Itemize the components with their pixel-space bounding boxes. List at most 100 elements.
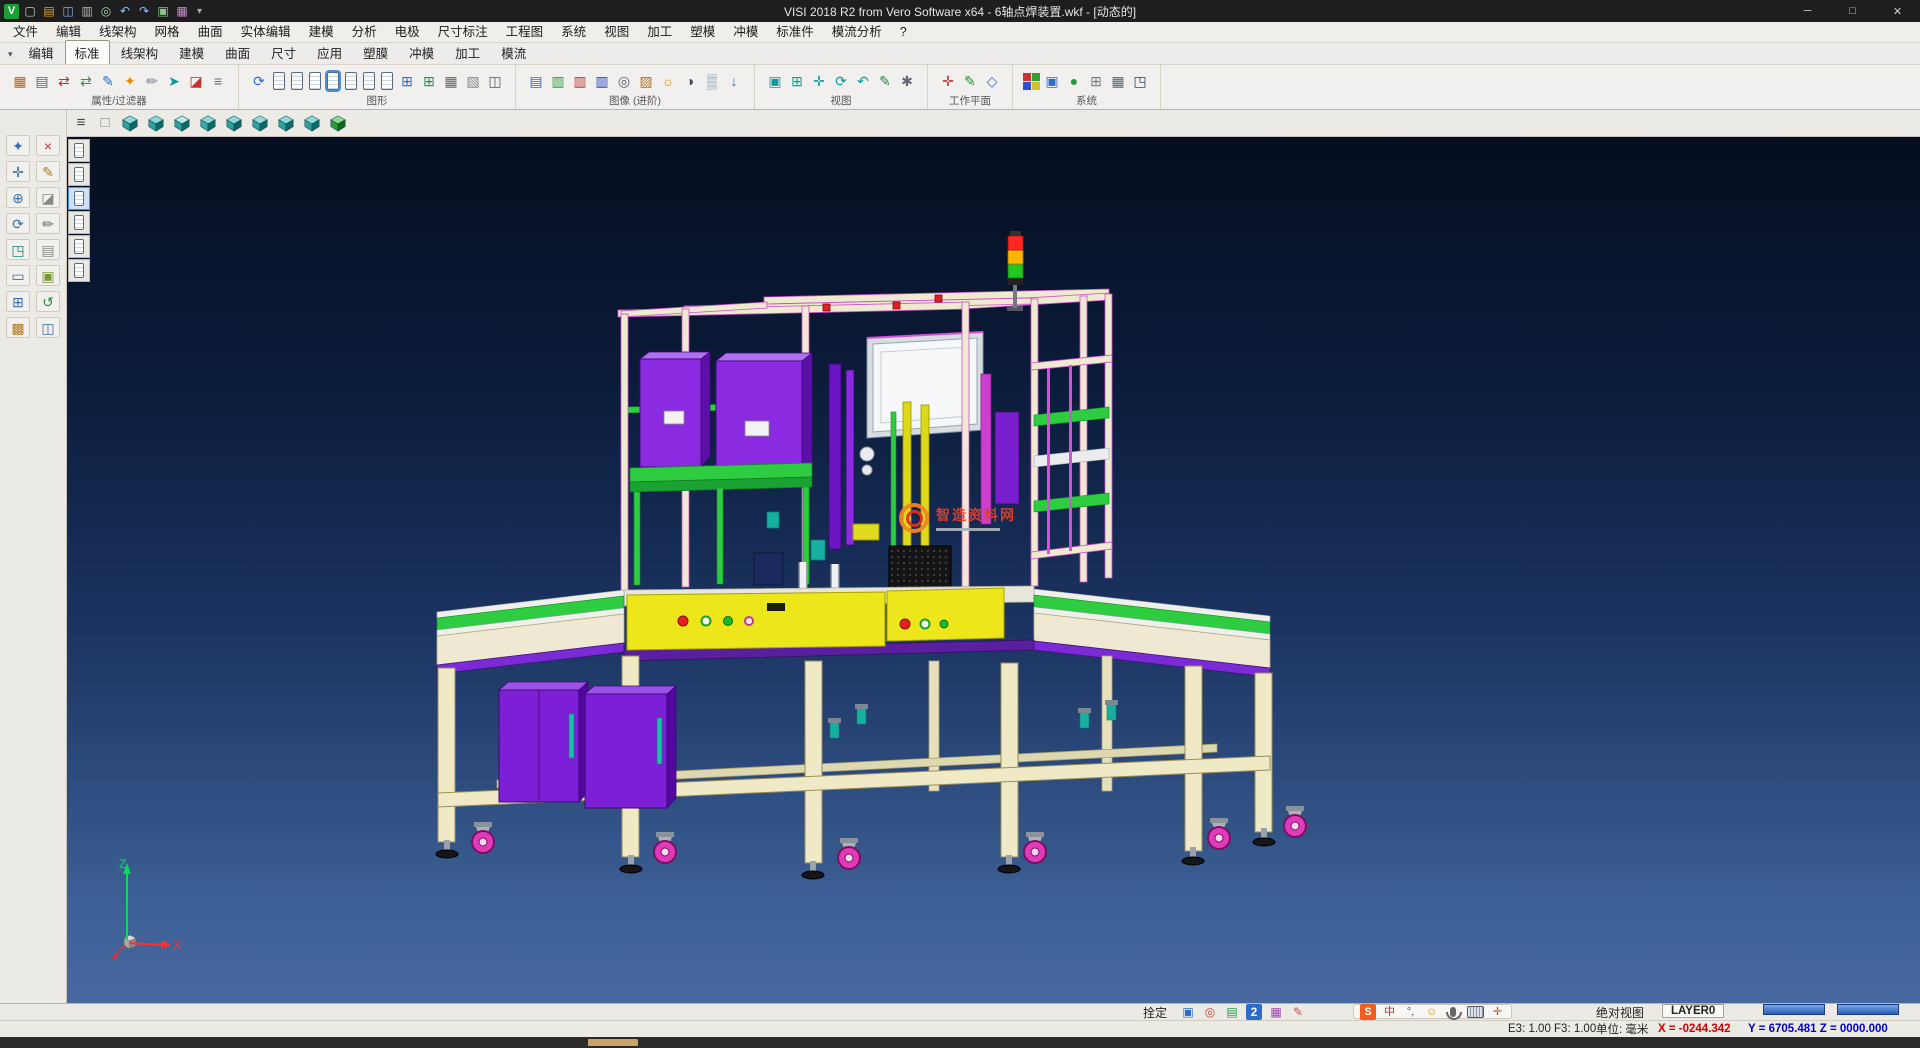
ime-mic-icon[interactable]	[1450, 1007, 1456, 1017]
menu-item[interactable]: 网格	[146, 22, 189, 42]
view-iso-icon[interactable]	[118, 112, 142, 134]
edit-attr-icon[interactable]: ✎	[98, 71, 118, 91]
ime-lang-icon[interactable]: 中	[1382, 1005, 1397, 1019]
ime-keyboard-icon[interactable]	[1467, 1006, 1484, 1018]
viewport-roll-6[interactable]	[68, 259, 90, 282]
menu-item[interactable]: 工程图	[497, 22, 553, 42]
scale-slider-1[interactable]	[1763, 1004, 1825, 1015]
redo-icon[interactable]: ↷	[136, 3, 152, 19]
match-properties-icon[interactable]: ▤	[32, 71, 52, 91]
menu-item[interactable]: 视图	[595, 22, 638, 42]
menu-item[interactable]: 建模	[300, 22, 343, 42]
filter-pencil-icon[interactable]: ✏	[142, 71, 162, 91]
section-box-icon[interactable]: ◫	[485, 71, 505, 91]
shade-box-icon[interactable]: ▦	[441, 71, 461, 91]
menu-item[interactable]: 塑模	[681, 22, 724, 42]
workplane-plane-icon[interactable]: ◇	[982, 71, 1002, 91]
menu-item[interactable]: 文件	[4, 22, 47, 42]
rgb-palette-icon[interactable]	[1023, 73, 1040, 90]
maximize-button[interactable]: □	[1830, 0, 1875, 22]
texture-box-icon[interactable]: ▧	[463, 71, 483, 91]
viewport-roll-3[interactable]	[68, 187, 90, 210]
pan-icon[interactable]: ⊕	[6, 187, 30, 208]
scale-slider-2[interactable]	[1837, 1004, 1899, 1015]
menu-item[interactable]: 曲面	[189, 22, 232, 42]
view-right-icon[interactable]	[222, 112, 246, 134]
menu-item[interactable]: 标准件	[767, 22, 823, 42]
monitor-icon[interactable]: ▣	[1042, 71, 1062, 91]
view-back-icon[interactable]	[274, 112, 298, 134]
menu-item[interactable]: 编辑	[47, 22, 90, 42]
view-left-icon[interactable]	[248, 112, 272, 134]
sogou-logo-icon[interactable]: S	[1360, 1004, 1376, 1020]
export-image-icon[interactable]: ↓	[724, 71, 744, 91]
rotate-view-icon[interactable]: ⟳	[831, 71, 851, 91]
image-icon[interactable]: ▤	[1224, 1005, 1240, 1020]
target-icon[interactable]: ◎	[1202, 1005, 1218, 1020]
style-roll-5[interactable]	[345, 72, 357, 90]
prev-view-icon[interactable]: ↶	[853, 71, 873, 91]
print-icon[interactable]: ▥	[79, 3, 95, 19]
palette-icon[interactable]: ▦	[1268, 1005, 1284, 1020]
viewport-roll-5[interactable]	[68, 235, 90, 258]
tab-模流[interactable]: 模流	[491, 40, 536, 64]
view-settings-icon[interactable]: ✱	[897, 71, 917, 91]
pen-status-icon[interactable]: ✎	[1290, 1005, 1306, 1020]
sketch-view-icon[interactable]: ✎	[875, 71, 895, 91]
view-menu-icon[interactable]: ≡	[70, 113, 92, 133]
zoom-all-icon[interactable]: ▣	[765, 71, 785, 91]
image-red-icon[interactable]: ▥	[570, 71, 590, 91]
menu-item[interactable]: 线架构	[90, 22, 146, 42]
viewport-roll-2[interactable]	[68, 163, 90, 186]
ime-emoji-icon[interactable]: ☺	[1424, 1005, 1439, 1019]
eraser-red-icon[interactable]: ◪	[186, 71, 206, 91]
save-small-icon[interactable]: ◫	[36, 317, 60, 338]
rotate-icon[interactable]: ⟳	[6, 213, 30, 234]
background-icon[interactable]: ▒	[702, 71, 722, 91]
capture-icon[interactable]: ▣	[155, 3, 171, 19]
tab-编辑[interactable]: 编辑	[19, 40, 64, 64]
menu-item[interactable]: 电极	[386, 22, 429, 42]
light-icon[interactable]: ☼	[658, 71, 678, 91]
view-bottom-icon[interactable]	[300, 112, 324, 134]
zoom-window-icon[interactable]: ⊞	[787, 71, 807, 91]
select-icon[interactable]: ✦	[6, 135, 30, 156]
menu-item[interactable]: 系统	[552, 22, 595, 42]
quickbar-dropdown-icon[interactable]: ▾	[193, 6, 206, 17]
list-filter-icon[interactable]: ≡	[208, 71, 228, 91]
style-roll-4[interactable]	[327, 72, 339, 90]
pan-view-icon[interactable]: ✛	[809, 71, 829, 91]
save-icon[interactable]: ◫	[60, 3, 76, 19]
ime-punct-icon[interactable]: °,	[1403, 1005, 1418, 1019]
count-icon[interactable]: 2	[1246, 1004, 1262, 1020]
system-ok-icon[interactable]: ●	[1064, 71, 1084, 91]
view-blank-icon[interactable]: □	[94, 113, 116, 133]
flat-view-icon[interactable]: ▭	[6, 265, 30, 286]
erase-icon[interactable]: ◪	[36, 187, 60, 208]
attributes-icon[interactable]: ▦	[10, 71, 30, 91]
refresh-icon[interactable]: ↺	[36, 291, 60, 312]
preview-icon[interactable]: ◎	[98, 3, 114, 19]
tab-尺寸[interactable]: 尺寸	[261, 40, 306, 64]
minimize-button[interactable]: ─	[1785, 0, 1830, 22]
style-roll-3[interactable]	[309, 72, 321, 90]
snapshot-icon[interactable]: ◎	[614, 71, 634, 91]
viewport-3d[interactable]: Z X 智造资料网	[67, 137, 1920, 1003]
hatch-grid-icon[interactable]: ⊞	[397, 71, 417, 91]
tab-塑膜[interactable]: 塑膜	[353, 40, 398, 64]
ime-toolbox-icon[interactable]: ✛	[1490, 1005, 1505, 1019]
menu-item[interactable]: ?	[891, 22, 916, 42]
machine-3d-scene[interactable]: Z X	[67, 137, 1920, 1003]
image-blue-icon[interactable]: ▥	[592, 71, 612, 91]
style-roll-6[interactable]	[363, 72, 375, 90]
edit-pencil-icon[interactable]: ✎	[36, 161, 60, 182]
swap-layer-icon[interactable]: ⇄	[76, 71, 96, 91]
menu-item[interactable]: 实体编辑	[232, 22, 300, 42]
shadow-icon[interactable]: ◑	[680, 71, 700, 91]
menu-item[interactable]: 加工	[638, 22, 681, 42]
image-window-icon[interactable]: ▤	[526, 71, 546, 91]
view-iso-left-icon[interactable]	[144, 112, 168, 134]
view-top-icon[interactable]	[170, 112, 194, 134]
snap-grid-icon[interactable]: ⊞	[1086, 71, 1106, 91]
tab-应用[interactable]: 应用	[307, 40, 352, 64]
